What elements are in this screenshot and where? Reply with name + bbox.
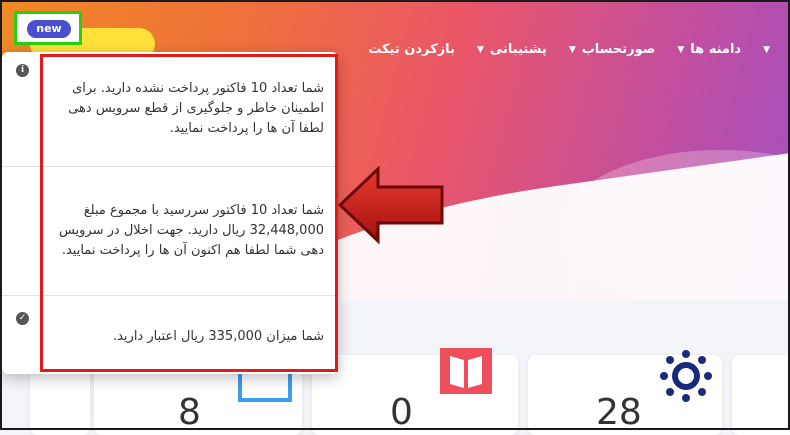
chevron-down-icon: ▼	[763, 44, 770, 55]
notifications-dropdown: i شما تعداد 10 فاکتور پرداخت نشده دارید.…	[2, 52, 338, 374]
book-icon	[440, 348, 492, 394]
stat-card[interactable]	[732, 355, 790, 435]
chevron-down-icon: ▼	[677, 44, 685, 55]
nav-item-support[interactable]: پشتیبانی ▼	[477, 42, 547, 57]
nav-item-label: صورتحساب	[581, 42, 656, 57]
main-nav: ▼ دامنه ها ▼ صورتحساب ▼ پشتیبانی ▼ بازکر…	[368, 42, 776, 57]
nav-item-label: بازکردن تیکت	[368, 42, 455, 57]
stat-value: 28	[596, 392, 642, 433]
stat-value: 0	[390, 392, 413, 433]
notification-item[interactable]: i شما تعداد 10 فاکتور پرداخت نشده دارید.…	[2, 52, 338, 166]
notification-text: شما میزان 335,000 ریال اعتبار دارید.	[112, 329, 324, 344]
nav-item-label: پشتیبانی	[489, 42, 547, 57]
nav-item-more[interactable]: ▼	[763, 42, 776, 57]
chevron-down-icon: ▼	[568, 44, 576, 55]
new-badge[interactable]: new	[27, 20, 71, 38]
nav-item-open-ticket[interactable]: بازکردن تیکت	[368, 42, 455, 57]
sun-icon	[660, 350, 712, 402]
chevron-down-icon: ▼	[476, 44, 484, 55]
nav-item-domains[interactable]: دامنه ها ▼	[677, 42, 741, 57]
nav-item-billing[interactable]: صورتحساب ▼	[569, 42, 656, 57]
stat-value: 8	[178, 392, 201, 433]
check-circle-icon: ✓	[16, 312, 29, 325]
new-badge-highlight: new	[14, 11, 82, 45]
nav-item-label: دامنه ها	[690, 42, 742, 57]
red-arrow-icon	[338, 165, 444, 245]
notification-item[interactable]: ✓ شما میزان 335,000 ریال اعتبار دارید.	[2, 296, 338, 357]
notification-text: شما تعداد 10 فاکتور سررسید با مجموع مبلغ…	[58, 203, 324, 258]
notification-text: شما تعداد 10 فاکتور پرداخت نشده دارید. ب…	[68, 81, 324, 136]
info-icon: i	[16, 64, 29, 77]
notification-item[interactable]: شما تعداد 10 فاکتور سررسید با مجموع مبلغ…	[2, 167, 338, 295]
